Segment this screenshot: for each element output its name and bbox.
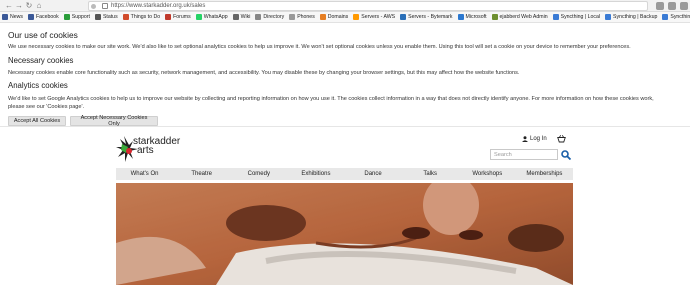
- search-icon[interactable]: [561, 150, 571, 160]
- nav-item[interactable]: Memberships: [516, 171, 573, 177]
- bookmark-favicon-icon: [165, 14, 172, 20]
- bookmark-favicon-icon: [319, 14, 326, 20]
- necessary-text: Necessary cookies enable core functional…: [8, 70, 520, 76]
- bookmark-label: Syncthing | Backup: [613, 14, 658, 20]
- bookmark-item[interactable]: Things to Do: [122, 14, 161, 20]
- bookmark-favicon-icon: [232, 14, 239, 20]
- bookmark-label: WhatsApp: [203, 14, 228, 20]
- bookmark-favicon-icon: [491, 14, 498, 20]
- login-label: Log In: [530, 136, 547, 142]
- bookmark-favicon-icon: [63, 14, 70, 20]
- bookmark-label: Servers - AWS: [361, 14, 396, 20]
- bookmark-item[interactable]: Facebook: [27, 14, 59, 20]
- bookmark-item[interactable]: News: [2, 14, 23, 20]
- bookmark-item[interactable]: Syncthing | SqlServer3: [662, 14, 690, 20]
- bookmark-item[interactable]: Support: [63, 14, 90, 20]
- bookmarks-bar: News Facebook Support Status Things to Do For…: [0, 12, 690, 23]
- bookmark-favicon-icon: [27, 14, 34, 20]
- bookmark-item[interactable]: ejabberd Web Admin: [491, 14, 548, 20]
- nav-item[interactable]: Dance: [345, 171, 402, 177]
- bookmark-favicon-icon: [353, 14, 360, 20]
- logo-text[interactable]: starkadder arts: [133, 137, 180, 156]
- analytics-text: We'd like to set Google Analytics cookie…: [8, 96, 654, 102]
- back-icon[interactable]: ←: [4, 1, 14, 11]
- nav-item[interactable]: What's On: [116, 171, 173, 177]
- bookmark-favicon-icon: [289, 14, 296, 20]
- bookmark-item[interactable]: WhatsApp: [195, 14, 228, 20]
- site-page: starkadder arts Log In What's OnTheatreC…: [0, 127, 690, 285]
- bookmark-favicon-icon: [122, 14, 129, 20]
- bookmark-favicon-icon: [605, 14, 612, 20]
- bookmark-label: Domains: [327, 14, 349, 20]
- url-text[interactable]: https://www.starkadder.org.uk/sales: [111, 3, 205, 9]
- bookmark-item[interactable]: Wiki: [232, 14, 251, 20]
- bookmark-item[interactable]: Syncthing | Local: [552, 14, 601, 20]
- user-icon: [522, 136, 528, 142]
- nav-item[interactable]: Exhibitions: [287, 171, 344, 177]
- analytics-heading: Analytics cookies: [8, 81, 68, 90]
- bookmark-item[interactable]: Servers - Bytemark: [400, 14, 453, 20]
- analytics-text-link[interactable]: please see our 'Cookies page'.: [8, 103, 678, 111]
- bookmark-label: Servers - Bytemark: [408, 14, 453, 20]
- bookmark-item[interactable]: Syncthing | Backup: [605, 14, 657, 20]
- basket-icon[interactable]: [557, 135, 566, 143]
- search-input[interactable]: [490, 149, 558, 160]
- site-info-icon[interactable]: [91, 3, 96, 9]
- bookmark-item[interactable]: Phones: [289, 14, 315, 20]
- bookmark-favicon-icon: [552, 14, 559, 20]
- bookmark-label: Status: [102, 14, 118, 20]
- necessary-heading: Necessary cookies: [8, 56, 74, 65]
- bookmark-label: Microsoft: [465, 14, 487, 20]
- cookie-intro: We use necessary cookies to make our sit…: [8, 44, 631, 50]
- bookmark-favicon-icon: [662, 14, 669, 20]
- nav-item[interactable]: Talks: [402, 171, 459, 177]
- bookmark-item[interactable]: Forums: [165, 14, 191, 20]
- bookmark-label: ejabberd Web Admin: [499, 14, 548, 20]
- forward-icon[interactable]: →: [14, 1, 24, 11]
- home-icon[interactable]: ⌂: [34, 1, 44, 11]
- bookmark-label: Forums: [173, 14, 191, 20]
- accept-necessary-button[interactable]: Accept Necessary Cookies Only: [70, 115, 158, 127]
- hero-image: [116, 183, 573, 285]
- bookmark-favicon-icon: [2, 14, 8, 20]
- bookmark-favicon-icon: [255, 14, 262, 20]
- nav-item[interactable]: Theatre: [173, 171, 230, 177]
- bookmark-label: Wiki: [240, 14, 251, 20]
- nav-item[interactable]: Workshops: [459, 171, 516, 177]
- browser-toolbar: ← → ↻ ⌂ https://www.starkadder.org.uk/sa…: [0, 0, 690, 12]
- bookmark-favicon-icon: [195, 14, 202, 20]
- bookmark-label: Directory: [263, 14, 285, 20]
- bookmark-item[interactable]: Directory: [255, 14, 284, 20]
- bookmark-favicon-icon: [457, 14, 464, 20]
- bookmark-label: Facebook: [35, 14, 59, 20]
- bookmark-label: Syncthing | Local: [560, 14, 601, 20]
- menu-icon[interactable]: [680, 2, 688, 10]
- nav-item[interactable]: Comedy: [230, 171, 287, 177]
- bookmark-label: News: [10, 14, 23, 20]
- cookie-title: Our use of cookies: [8, 30, 78, 40]
- bookmark-item[interactable]: Status: [94, 14, 118, 20]
- bookmark-label: Support: [71, 14, 90, 20]
- bookmark-item[interactable]: Domains: [319, 14, 349, 20]
- accept-all-button[interactable]: Accept All Cookies: [8, 116, 66, 126]
- reload-icon[interactable]: ↻: [24, 1, 34, 11]
- bookmark-item[interactable]: Microsoft: [457, 14, 487, 20]
- bookmark-item[interactable]: Servers - AWS: [353, 14, 395, 20]
- main-nav: What's On Theatre Comedy Exhibitions Dance Ta…: [116, 168, 573, 180]
- login-link[interactable]: Log In: [522, 136, 547, 142]
- logo-line-2: arts: [137, 145, 154, 156]
- bookmark-label: Syncthing | SqlServer3: [670, 14, 690, 20]
- bookmark-favicon-icon: [400, 14, 407, 20]
- address-bar[interactable]: https://www.starkadder.org.uk/sales: [88, 1, 648, 11]
- cookie-banner: Our use of cookies We use necessary cook…: [0, 23, 690, 127]
- library-icon[interactable]: [656, 2, 664, 10]
- bookmark-favicon-icon: [94, 14, 101, 20]
- bookmark-label: Things to Do: [130, 14, 161, 20]
- sidebar-icon[interactable]: [668, 2, 676, 10]
- bookmark-label: Phones: [297, 14, 315, 20]
- lock-icon: [102, 3, 108, 9]
